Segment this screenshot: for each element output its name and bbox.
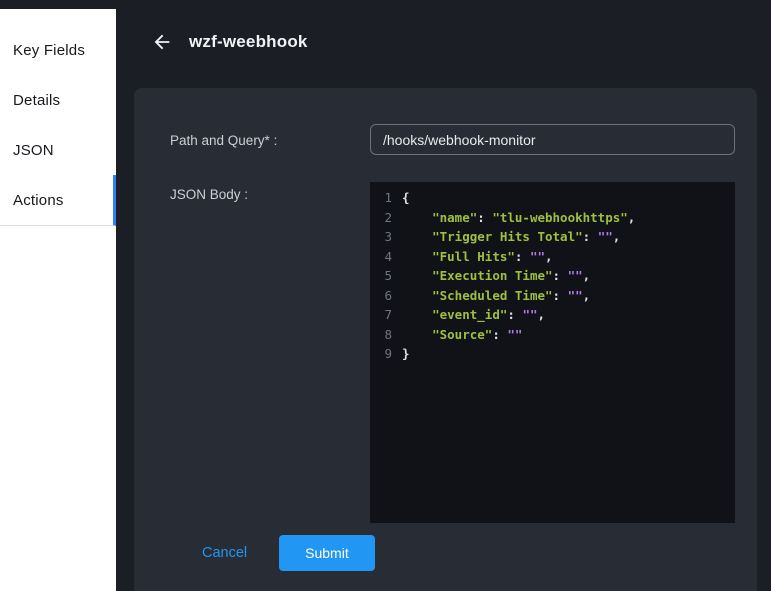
code-line: 2 "name": "tlu-webhookhttps", — [370, 208, 735, 228]
main-area: wzf-weebhook Path and Query* : JSON Body… — [116, 0, 771, 591]
code-line: 1{ — [370, 188, 735, 208]
path-input[interactable] — [370, 124, 735, 155]
line-number: 3 — [370, 227, 402, 247]
code-line: 8 "Source": "" — [370, 325, 735, 345]
path-row: Path and Query* : — [170, 124, 735, 155]
json-body-row: JSON Body : 1{2 "name": "tlu-webhookhttp… — [170, 182, 735, 523]
sidebar-item-actions[interactable]: Actions — [0, 175, 116, 226]
code-line: 5 "Execution Time": "", — [370, 266, 735, 286]
actions-panel: Path and Query* : JSON Body : 1{2 "name"… — [134, 88, 757, 591]
json-body-label: JSON Body : — [170, 182, 370, 523]
line-number: 1 — [370, 188, 402, 208]
arrow-left-icon — [151, 31, 173, 53]
code-line: 3 "Trigger Hits Total": "", — [370, 227, 735, 247]
code-line: 6 "Scheduled Time": "", — [370, 286, 735, 306]
line-number: 5 — [370, 266, 402, 286]
form-actions: Cancel Submit — [170, 535, 735, 571]
sidebar-item-key-fields[interactable]: Key Fields — [0, 25, 116, 75]
back-button[interactable] — [150, 30, 174, 54]
line-number: 6 — [370, 286, 402, 306]
path-label: Path and Query* : — [170, 124, 370, 155]
line-number: 7 — [370, 305, 402, 325]
line-number: 8 — [370, 325, 402, 345]
cancel-button[interactable]: Cancel — [190, 537, 259, 569]
sidebar-item-details[interactable]: Details — [0, 75, 116, 125]
line-number: 4 — [370, 247, 402, 267]
sidebar: Key FieldsDetailsJSONActions — [0, 9, 116, 591]
json-code-editor[interactable]: 1{2 "name": "tlu-webhookhttps",3 "Trigge… — [370, 182, 735, 523]
code-line: 4 "Full Hits": "", — [370, 247, 735, 267]
line-number: 2 — [370, 208, 402, 228]
page-title: wzf-weebhook — [189, 32, 308, 52]
detail-header: wzf-weebhook — [116, 0, 771, 54]
line-number: 9 — [370, 344, 402, 364]
code-line: 9} — [370, 344, 735, 364]
submit-button[interactable]: Submit — [279, 535, 375, 571]
code-line: 7 "event_id": "", — [370, 305, 735, 325]
sidebar-item-json[interactable]: JSON — [0, 125, 116, 175]
